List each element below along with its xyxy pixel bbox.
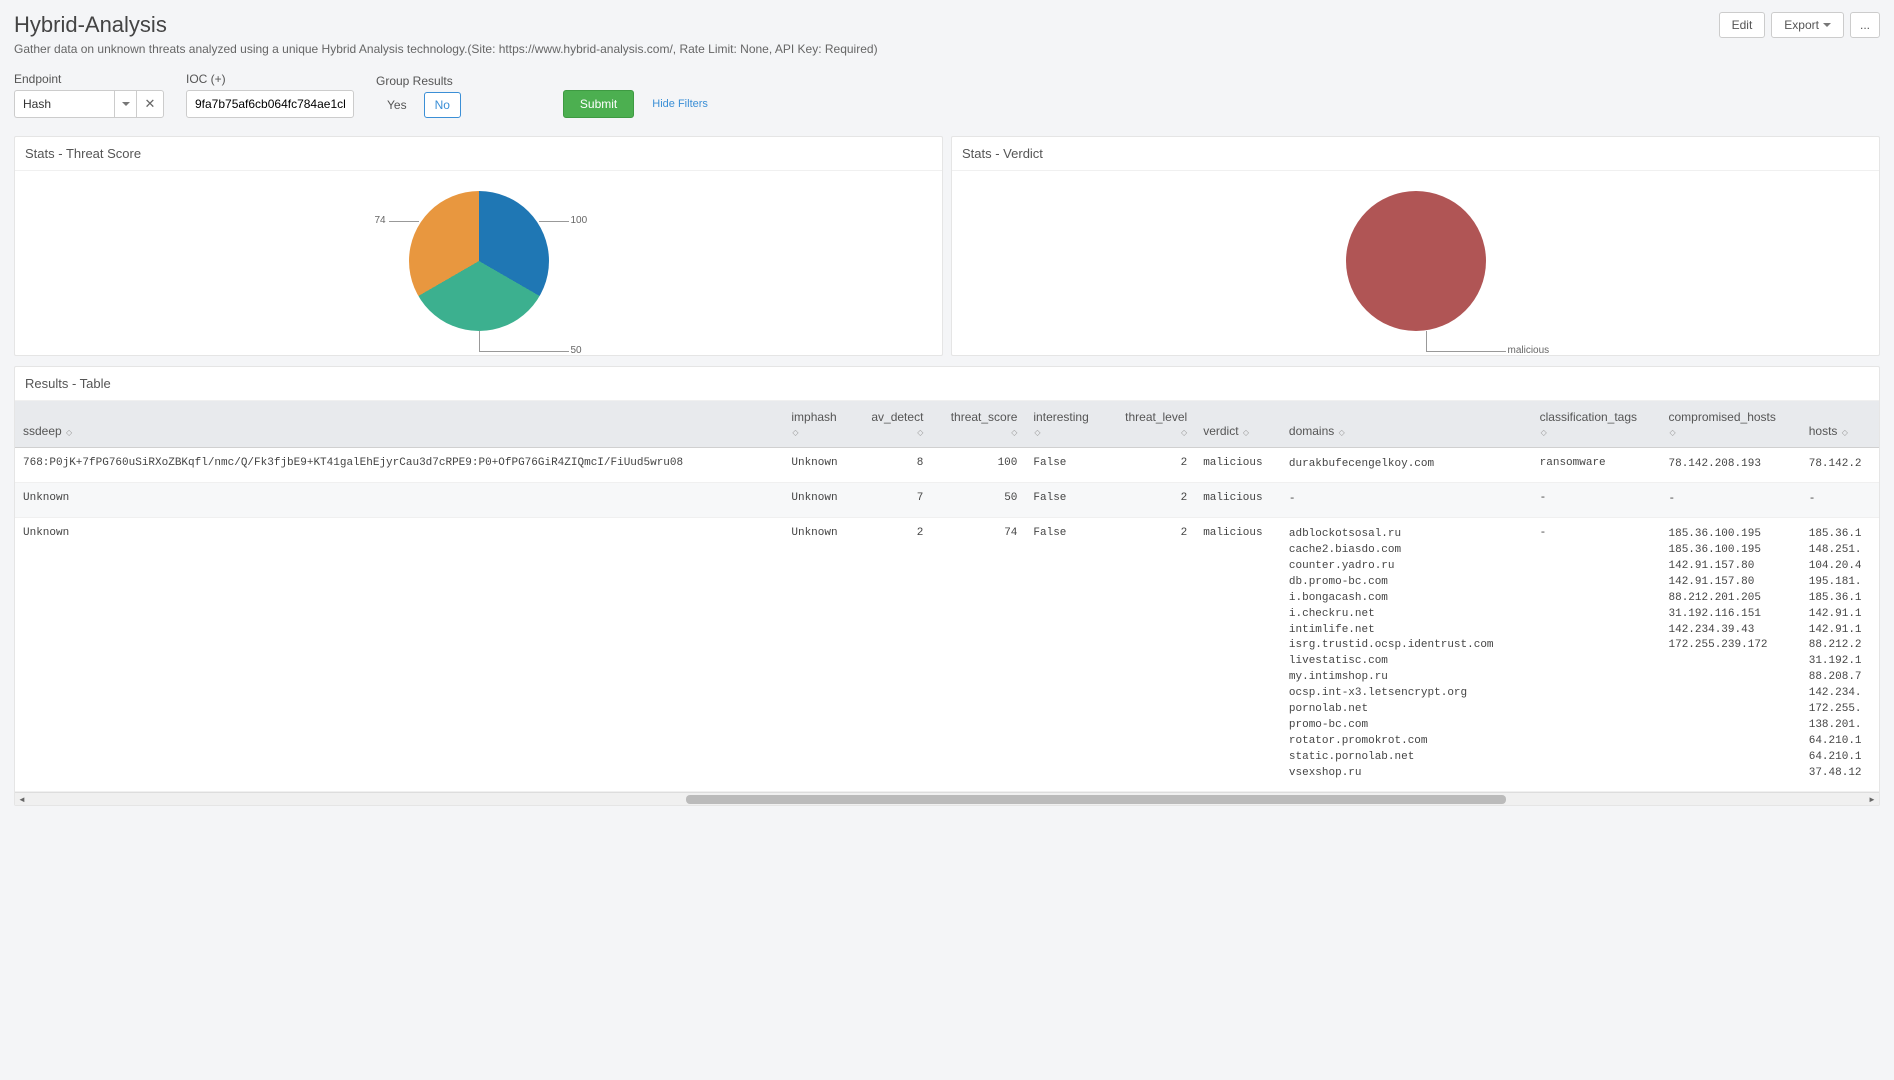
results-title: Results - Table <box>15 367 1879 401</box>
sort-icon: ◇ <box>792 429 798 437</box>
ioc-label: IOC (+) <box>186 72 354 86</box>
cell: 2 <box>1107 517 1196 791</box>
cell: 768:P0jK+7fPG760uSiRXoZBKqfl/nmc/Q/Fk3fj… <box>15 448 783 483</box>
endpoint-value: Hash <box>23 97 51 111</box>
table-row: UnknownUnknown274False2maliciousadblocko… <box>15 517 1879 791</box>
cell: 2 <box>854 517 931 791</box>
pie-label-74: 74 <box>375 215 386 226</box>
group-results-label: Group Results <box>376 74 461 88</box>
cell: durakbufecengelkoy.com <box>1281 448 1532 483</box>
page-title: Hybrid-Analysis <box>14 12 167 38</box>
cell: 100 <box>931 448 1025 483</box>
table-row: 768:P0jK+7fPG760uSiRXoZBKqfl/nmc/Q/Fk3fj… <box>15 448 1879 483</box>
ioc-input[interactable] <box>186 90 354 118</box>
col-av-detect[interactable]: av_detect◇ <box>854 401 931 448</box>
cell: 2 <box>1107 482 1196 517</box>
sort-icon: ◇ <box>1541 429 1547 437</box>
cell: - <box>1661 482 1801 517</box>
cell: Unknown <box>783 482 854 517</box>
sort-icon: ◇ <box>1842 429 1848 437</box>
endpoint-caret-button[interactable] <box>114 90 136 118</box>
endpoint-label: Endpoint <box>14 72 164 86</box>
col-imphash[interactable]: imphash◇ <box>783 401 854 448</box>
table-row: UnknownUnknown750False2malicious---- <box>15 482 1879 517</box>
group-no-button[interactable]: No <box>424 92 461 118</box>
caret-down-icon <box>1823 23 1831 27</box>
endpoint-select[interactable]: Hash <box>14 90 114 118</box>
verdict-pie: malicious <box>1346 191 1486 331</box>
cell: ransomware <box>1532 448 1661 483</box>
cell: 2 <box>1107 448 1196 483</box>
verdict-panel: Stats - Verdict malicious <box>951 136 1880 356</box>
cell: adblockotsosal.ru cache2.biasdo.com coun… <box>1281 517 1532 791</box>
threat-score-panel: Stats - Threat Score 100 50 74 <box>14 136 943 356</box>
cell: False <box>1025 482 1106 517</box>
more-button[interactable]: ... <box>1850 12 1880 38</box>
sort-icon: ◇ <box>1339 429 1345 437</box>
close-icon: ✕ <box>145 96 156 112</box>
sort-icon: ◇ <box>1034 429 1040 437</box>
scroll-right-arrow[interactable]: ► <box>1865 793 1879 806</box>
results-table: ssdeep ◇ imphash◇ av_detect◇ threat_scor… <box>15 401 1879 792</box>
cell: 7 <box>854 482 931 517</box>
cell: - <box>1281 482 1532 517</box>
sort-icon: ◇ <box>1011 429 1017 437</box>
col-ssdeep[interactable]: ssdeep ◇ <box>15 401 783 448</box>
page-subtitle: Gather data on unknown threats analyzed … <box>14 42 1880 56</box>
sort-icon: ◇ <box>66 429 72 437</box>
scrollbar-thumb[interactable] <box>686 795 1506 804</box>
cell: - <box>1532 482 1661 517</box>
cell: Unknown <box>15 482 783 517</box>
cell: 78.142.2 <box>1801 448 1879 483</box>
cell: malicious <box>1195 448 1281 483</box>
horizontal-scrollbar[interactable]: ◄ ► <box>15 792 1879 805</box>
cell: Unknown <box>783 517 854 791</box>
pie-label-100: 100 <box>571 215 588 226</box>
group-yes-button[interactable]: Yes <box>376 92 418 118</box>
verdict-title: Stats - Verdict <box>952 137 1879 171</box>
cell: - <box>1801 482 1879 517</box>
pie-label-50: 50 <box>571 345 582 356</box>
col-domains[interactable]: domains ◇ <box>1281 401 1532 448</box>
cell: Unknown <box>783 448 854 483</box>
sort-icon: ◇ <box>1181 429 1187 437</box>
sort-icon: ◇ <box>917 429 923 437</box>
endpoint-clear-button[interactable]: ✕ <box>136 90 164 118</box>
sort-icon: ◇ <box>1243 429 1249 437</box>
cell: malicious <box>1195 482 1281 517</box>
caret-down-icon <box>122 102 130 106</box>
cell: 185.36.100.195 185.36.100.195 142.91.157… <box>1661 517 1801 791</box>
col-interesting[interactable]: interesting◇ <box>1025 401 1106 448</box>
edit-button[interactable]: Edit <box>1719 12 1766 38</box>
cell: Unknown <box>15 517 783 791</box>
cell: False <box>1025 448 1106 483</box>
cell: - <box>1532 517 1661 791</box>
export-label: Export <box>1784 18 1819 32</box>
threat-score-pie: 100 50 74 <box>409 191 549 331</box>
threat-score-title: Stats - Threat Score <box>15 137 942 171</box>
cell: 8 <box>854 448 931 483</box>
col-verdict[interactable]: verdict ◇ <box>1195 401 1281 448</box>
hide-filters-link[interactable]: Hide Filters <box>652 98 708 110</box>
col-hosts[interactable]: hosts ◇ <box>1801 401 1879 448</box>
col-classification-tags[interactable]: classification_tags◇ <box>1532 401 1661 448</box>
cell: 78.142.208.193 <box>1661 448 1801 483</box>
sort-icon: ◇ <box>1670 429 1676 437</box>
export-button[interactable]: Export <box>1771 12 1844 38</box>
cell: malicious <box>1195 517 1281 791</box>
results-table-scroll[interactable]: ssdeep ◇ imphash◇ av_detect◇ threat_scor… <box>15 401 1879 792</box>
col-compromised-hosts[interactable]: compromised_hosts◇ <box>1661 401 1801 448</box>
scroll-left-arrow[interactable]: ◄ <box>15 793 29 806</box>
submit-button[interactable]: Submit <box>563 90 634 118</box>
cell: False <box>1025 517 1106 791</box>
cell: 74 <box>931 517 1025 791</box>
pie-label-malicious: malicious <box>1508 345 1550 356</box>
cell: 50 <box>931 482 1025 517</box>
col-threat-level[interactable]: threat_level◇ <box>1107 401 1196 448</box>
cell: 185.36.1 148.251. 104.20.4 195.181. 185.… <box>1801 517 1879 791</box>
col-threat-score[interactable]: threat_score◇ <box>931 401 1025 448</box>
